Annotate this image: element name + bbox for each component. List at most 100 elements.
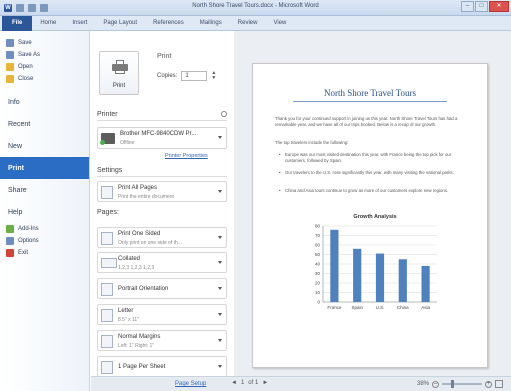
- tab-mailings[interactable]: Mailings: [192, 16, 230, 31]
- tab-page-layout[interactable]: Page Layout: [95, 16, 145, 31]
- copies-input[interactable]: 1: [181, 71, 208, 81]
- ribbon-tabs: File Home Insert Page Layout References …: [0, 15, 511, 31]
- chart-bar: [330, 229, 339, 302]
- nav-close[interactable]: Close: [0, 73, 89, 85]
- tab-view[interactable]: View: [265, 16, 294, 31]
- paper-size-select[interactable]: Letter 8.5" x 11": [97, 304, 227, 325]
- nav-print[interactable]: Print: [0, 157, 89, 179]
- y-tick-label: 50: [315, 252, 321, 257]
- x-tick-label: Asia: [421, 305, 430, 310]
- chevron-down-icon: [218, 287, 222, 290]
- window-controls: – □ ✕: [461, 1, 509, 12]
- chevron-down-icon: [218, 339, 222, 342]
- printer-status: Offline: [120, 140, 135, 146]
- nav-new[interactable]: New: [0, 135, 89, 157]
- one-sided-icon: [101, 232, 113, 245]
- x-tick-label: Spain: [351, 305, 363, 310]
- margins-select[interactable]: Normal Margins Left: 1" Right: 1": [97, 330, 227, 351]
- close-button[interactable]: ✕: [489, 1, 509, 12]
- zoom-slider[interactable]: [442, 380, 482, 388]
- printer-status-icon: [100, 133, 115, 145]
- nav-open[interactable]: Open: [0, 61, 89, 73]
- chevron-down-icon: [218, 261, 222, 264]
- y-tick-label: 70: [315, 233, 321, 238]
- tab-review[interactable]: Review: [230, 16, 266, 31]
- title-rule: [293, 101, 447, 102]
- tab-references[interactable]: References: [145, 16, 192, 31]
- x-tick-label: U.S.: [376, 305, 385, 310]
- print-preview: North Shore Travel Tours Thank you for y…: [234, 31, 511, 376]
- close-folder-icon: [6, 75, 14, 83]
- sides-select[interactable]: Print One Sided Only print on one side o…: [97, 227, 227, 248]
- print-button-label: Print: [112, 83, 126, 89]
- previous-page-button[interactable]: ◄: [231, 380, 237, 386]
- save-as-icon: [6, 51, 14, 59]
- save-icon: [6, 39, 14, 47]
- collate-select[interactable]: Collated 1,2,3 1,2,3 1,2,3: [97, 252, 227, 273]
- open-folder-icon: [6, 63, 14, 71]
- zoom-slider-handle[interactable]: [451, 380, 454, 388]
- printer-properties-link[interactable]: Printer Properties: [165, 153, 208, 159]
- copies-spinner[interactable]: ▲ ▼: [211, 71, 216, 81]
- intro-paragraph: Thank you for your continued support in …: [275, 116, 458, 127]
- y-tick-label: 60: [315, 243, 321, 248]
- chart-bar: [375, 253, 385, 302]
- print-what-select[interactable]: Print All Pages Print the entire documen…: [97, 181, 227, 202]
- x-tick-label: China: [397, 305, 409, 310]
- page-setup-link[interactable]: Page Setup: [175, 381, 206, 387]
- document-title: North Shore Travel Tours: [324, 88, 416, 98]
- chevron-down-icon: [218, 313, 222, 316]
- growth-chart: Growth Analysis 0 10 20 30 40 50 60 70 80 France S…: [305, 214, 445, 319]
- tab-insert[interactable]: Insert: [64, 16, 95, 31]
- window-title: North Shore Travel Tours.docx - Microsof…: [192, 3, 319, 9]
- zoom-level[interactable]: 38%: [417, 381, 429, 387]
- copies-label: Copies:: [157, 73, 178, 79]
- bullet-item: China and Asia tours continue to grow as…: [279, 188, 467, 194]
- nav-help[interactable]: Help: [0, 201, 89, 223]
- settings-section-header: Settings: [97, 167, 227, 177]
- printer-name: Brother MFC-9840CDW Pr...: [120, 131, 197, 137]
- zoom-control: 38% – +: [417, 380, 503, 388]
- tab-home[interactable]: Home: [32, 16, 64, 31]
- nav-save[interactable]: Save: [0, 37, 89, 49]
- nav-recent[interactable]: Recent: [0, 113, 89, 135]
- y-tick-label: 0: [317, 300, 320, 305]
- chevron-down-icon: [218, 236, 222, 239]
- nav-exit[interactable]: Exit: [0, 247, 89, 259]
- pages-per-sheet-select[interactable]: 1 Page Per Sheet: [97, 356, 227, 377]
- info-icon[interactable]: [221, 111, 227, 117]
- page-navigator: ◄ 1 of 1 ►: [231, 380, 268, 386]
- document-pages-icon: [101, 186, 113, 199]
- x-tick-label: France: [327, 305, 342, 310]
- chevron-down-icon: [218, 136, 222, 139]
- zoom-out-button[interactable]: –: [432, 380, 439, 388]
- chart-plot: 0 10 20 30 40 50 60 70 80 France Spain U.S. China Asi…: [315, 224, 437, 310]
- print-panel: Print Print Copies: 1 ▲ ▼ Printer Brother…: [91, 31, 233, 391]
- nav-save-as[interactable]: Save As: [0, 49, 89, 61]
- y-tick-label: 40: [315, 262, 321, 267]
- zoom-to-page-icon[interactable]: [495, 380, 503, 388]
- printer-select[interactable]: Brother MFC-9840CDW Pr... Offline: [97, 127, 227, 149]
- zoom-in-button[interactable]: +: [485, 380, 492, 388]
- portrait-icon: [101, 283, 113, 296]
- nav-add-ins[interactable]: Add-Ins: [0, 223, 89, 235]
- title-bar: W North Shore Travel Tours.docx - Micros…: [0, 0, 511, 16]
- orientation-select[interactable]: Portrait Orientation: [97, 278, 227, 299]
- list-intro: The top travelers include the following:: [275, 140, 349, 145]
- nav-info[interactable]: Info: [0, 91, 89, 113]
- bullet-item: Our travelers to the U.S. rose significa…: [279, 170, 467, 176]
- nav-options[interactable]: Options: [0, 235, 89, 247]
- minimize-button[interactable]: –: [461, 1, 474, 12]
- margins-icon: [101, 335, 113, 348]
- chart-bar: [353, 248, 362, 302]
- preview-page: North Shore Travel Tours Thank you for y…: [252, 63, 488, 368]
- pages-label: Pages:: [97, 209, 119, 216]
- page-count: of 1: [248, 380, 259, 386]
- current-page-input[interactable]: 1: [241, 380, 244, 386]
- print-button[interactable]: Print: [99, 51, 139, 95]
- next-page-button[interactable]: ►: [262, 380, 268, 386]
- tab-file[interactable]: File: [2, 15, 33, 31]
- pages-per-sheet-icon: [101, 361, 113, 374]
- nav-share[interactable]: Share: [0, 179, 89, 201]
- maximize-button[interactable]: □: [475, 1, 488, 12]
